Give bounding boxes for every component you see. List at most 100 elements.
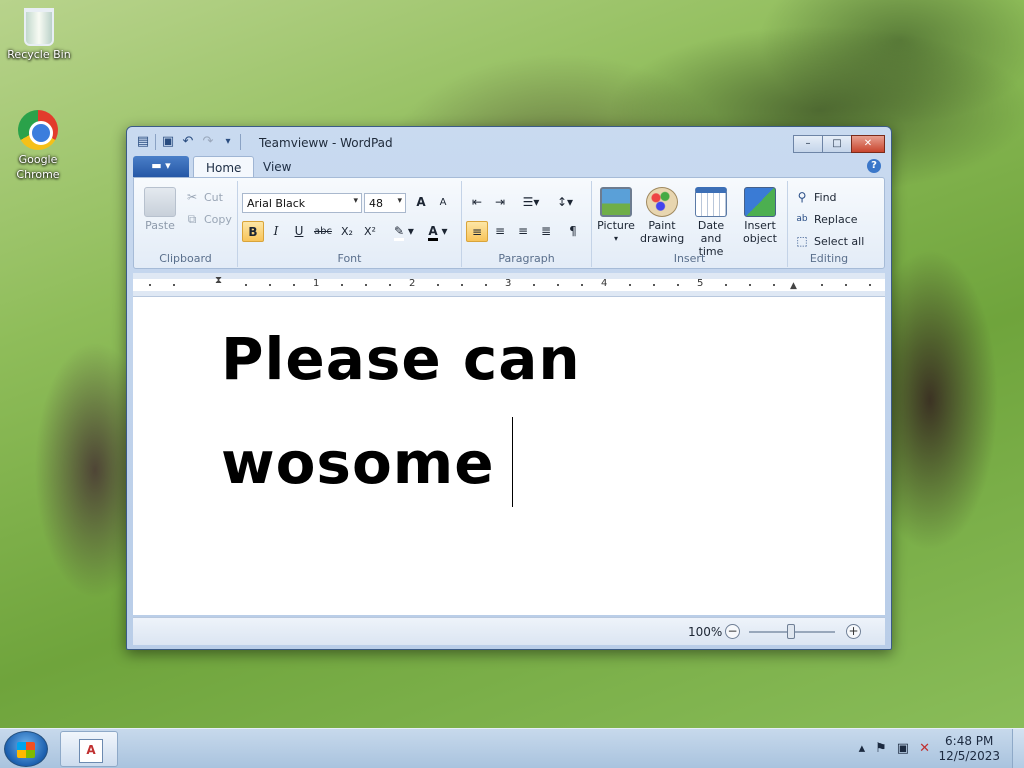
font-size-select[interactable]: 48: [364, 193, 406, 213]
insert-group-label: Insert: [673, 252, 706, 265]
insert-object-button[interactable]: Insert object: [738, 187, 782, 245]
font-family-select[interactable]: Arial Black: [242, 193, 362, 213]
undo-icon[interactable]: ↶: [180, 134, 196, 150]
copy-label: Copy: [204, 212, 232, 226]
date-time-button[interactable]: Date and time: [686, 187, 736, 258]
caption-buttons: – □ ✕: [793, 135, 885, 153]
replace-label: Replace: [814, 212, 858, 226]
date-time-label-1: Date and: [697, 219, 725, 245]
shrink-font-button[interactable]: A: [432, 192, 454, 213]
subscript-button[interactable]: X₂: [336, 221, 358, 242]
save-icon[interactable]: ▣: [160, 134, 176, 150]
minimize-button[interactable]: –: [793, 135, 823, 153]
picture-icon: [600, 187, 632, 217]
paint-drawing-label-2: drawing: [640, 232, 685, 245]
clipboard-icon: [144, 187, 176, 217]
volume-muted-icon[interactable]: ✕: [919, 741, 930, 756]
align-right-icon[interactable]: ≡: [512, 221, 534, 242]
start-button[interactable]: [4, 731, 48, 767]
tab-view[interactable]: View: [251, 156, 303, 178]
highlighter-icon: ✎: [394, 224, 405, 241]
zoom-out-button[interactable]: −: [725, 624, 740, 639]
taskbar-wordpad-button[interactable]: [60, 731, 118, 767]
show-hidden-icons-icon[interactable]: ▴: [859, 741, 866, 756]
increase-indent-icon[interactable]: ⇥: [489, 192, 511, 213]
italic-button[interactable]: I: [265, 221, 287, 242]
file-menu-button[interactable]: ▬ ▾: [133, 156, 189, 177]
maximize-button[interactable]: □: [822, 135, 852, 153]
action-center-flag-icon[interactable]: ⚑: [875, 741, 887, 756]
replace-button[interactable]: ab Replace: [794, 211, 858, 227]
redo-icon[interactable]: ↷: [200, 134, 216, 150]
object-icon: [744, 187, 776, 217]
replace-icon: ab: [796, 214, 808, 224]
font-color-button[interactable]: A ▾: [422, 221, 454, 242]
ruler-mark: 3: [505, 278, 512, 289]
document-line: wosome: [221, 429, 495, 497]
justify-icon[interactable]: ≣: [535, 221, 557, 242]
font-group: Arial Black 48 A A B I U abc X₂ X² ✎ ▾ A…: [238, 181, 462, 267]
paint-drawing-button[interactable]: Paint drawing: [640, 187, 684, 245]
insert-object-label-1: Insert: [744, 219, 776, 232]
bullets-list-icon[interactable]: ☰▾: [516, 192, 546, 213]
copy-icon: ⧉: [187, 212, 197, 226]
align-left-icon[interactable]: ≡: [466, 221, 488, 242]
left-indent-marker[interactable]: ⧗: [215, 275, 222, 286]
paste-label: Paste: [145, 219, 175, 232]
ruler-mark: 2: [409, 278, 416, 289]
underline-button[interactable]: U: [288, 221, 310, 242]
strikethrough-button[interactable]: abc: [312, 221, 334, 242]
select-all-label: Select all: [814, 234, 865, 248]
paragraph-settings-icon[interactable]: ¶: [562, 221, 584, 242]
clock-time: 6:48 PM: [945, 734, 994, 748]
qat-separator: [155, 134, 156, 150]
ruler[interactable]: 1 2 3 4 5 ⧗ ▲: [133, 273, 885, 297]
cut-button[interactable]: ✂ Cut: [184, 189, 223, 205]
picture-button[interactable]: Picture ▾: [596, 187, 636, 245]
status-bar: 100% − +: [133, 617, 885, 645]
network-icon[interactable]: ▣: [897, 741, 909, 756]
app-icon[interactable]: ▤: [135, 134, 151, 150]
qat-separator: [240, 134, 241, 150]
wordpad-window: ▤ ▣ ↶ ↷ ▾ Teamvieww - WordPad – □ ✕ ▬ ▾ …: [126, 126, 892, 650]
show-desktop-button[interactable]: [1012, 729, 1024, 768]
ribbon-tabs: ▬ ▾ Home View ?: [133, 156, 885, 178]
paragraph-group-label: Paragraph: [498, 252, 555, 265]
select-all-icon: ⬚: [796, 234, 808, 248]
clock[interactable]: 6:48 PM 12/5/2023: [938, 734, 1000, 764]
clock-date: 12/5/2023: [938, 749, 1000, 763]
tab-home[interactable]: Home: [193, 156, 255, 178]
bold-button[interactable]: B: [242, 221, 264, 242]
find-button[interactable]: ⚲ Find: [794, 189, 837, 205]
decrease-indent-icon[interactable]: ⇤: [466, 192, 488, 213]
align-center-icon[interactable]: ≡: [489, 221, 511, 242]
ruler-mark: 1: [313, 278, 320, 289]
recycle-bin-shortcut[interactable]: Recycle Bin: [3, 8, 75, 61]
palette-icon: [646, 187, 678, 217]
superscript-button[interactable]: X²: [359, 221, 381, 242]
title-bar[interactable]: ▤ ▣ ↶ ↷ ▾ Teamvieww - WordPad – □ ✕: [127, 127, 891, 155]
highlight-color-button[interactable]: ✎ ▾: [388, 221, 420, 242]
find-label: Find: [814, 190, 837, 204]
google-chrome-shortcut[interactable]: Google Chrome: [2, 110, 74, 182]
chrome-icon: [18, 110, 58, 150]
picture-label: Picture: [597, 219, 635, 232]
cut-label: Cut: [204, 190, 223, 204]
customize-qat-icon[interactable]: ▾: [220, 134, 236, 150]
right-indent-marker[interactable]: ▲: [790, 281, 797, 291]
scissors-icon: ✂: [186, 190, 198, 204]
document-area[interactable]: Please can wosome: [133, 297, 885, 615]
chevron-down-icon: ▾: [613, 234, 618, 243]
zoom-in-button[interactable]: +: [846, 624, 861, 639]
help-icon[interactable]: ?: [867, 159, 881, 173]
close-button[interactable]: ✕: [851, 135, 885, 153]
grow-font-button[interactable]: A: [410, 192, 432, 213]
copy-button[interactable]: ⧉ Copy: [184, 211, 232, 227]
zoom-slider-thumb[interactable]: [787, 624, 795, 639]
ruler-mark: 5: [697, 278, 704, 289]
line-spacing-icon[interactable]: ↕▾: [550, 192, 580, 213]
insert-group: Picture ▾ Paint drawing Date and time In…: [592, 181, 788, 267]
select-all-button[interactable]: ⬚ Select all: [794, 233, 864, 249]
clipboard-group-label: Clipboard: [159, 252, 212, 265]
paste-button[interactable]: Paste: [142, 187, 178, 232]
